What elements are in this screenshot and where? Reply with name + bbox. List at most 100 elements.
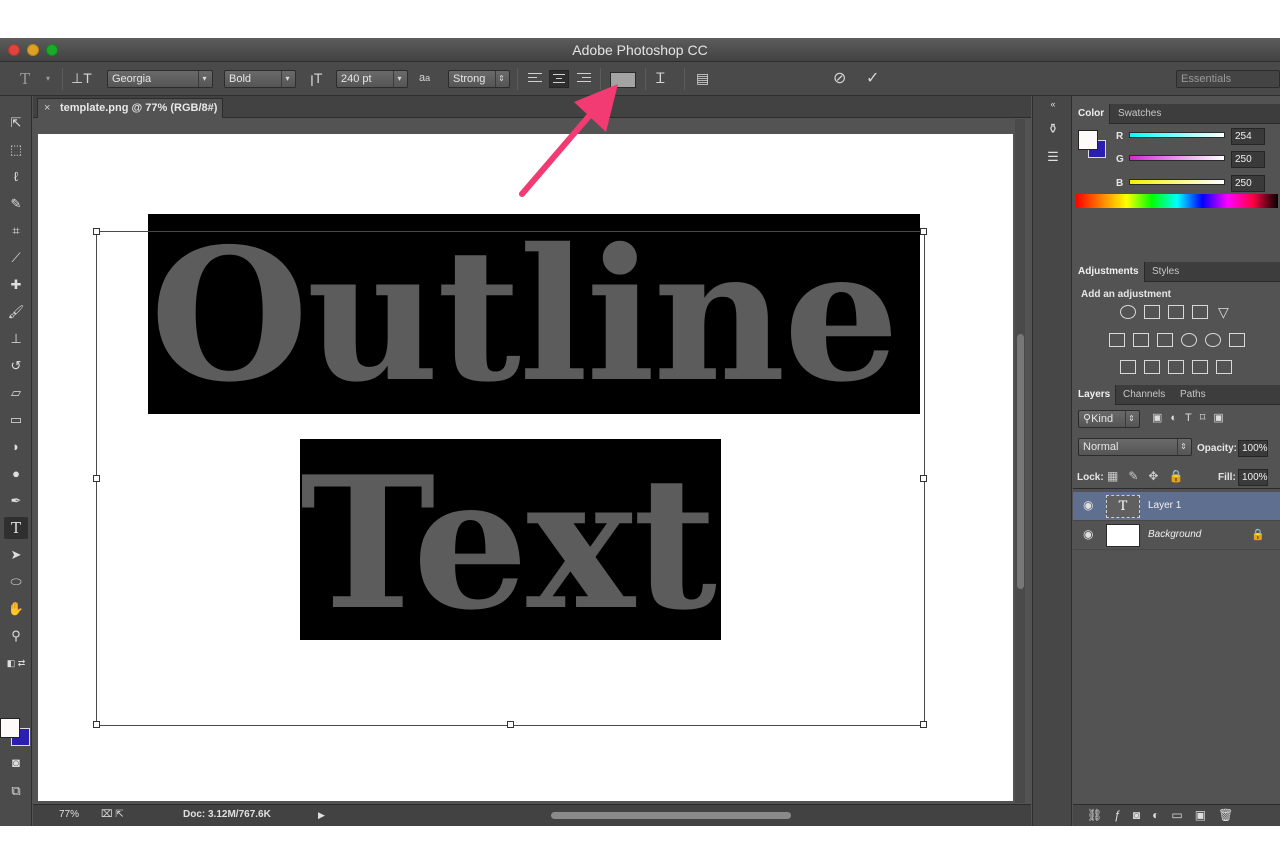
transform-handle[interactable] <box>920 721 927 728</box>
eraser-tool-icon[interactable]: ▱ <box>4 382 28 404</box>
red-slider[interactable] <box>1129 132 1225 138</box>
transform-handle[interactable] <box>93 228 100 235</box>
threshold-adjustment-icon[interactable] <box>1168 360 1184 374</box>
zoom-level[interactable]: 77% <box>59 805 79 825</box>
hue-saturation-adjustment-icon[interactable] <box>1109 333 1125 347</box>
color-spectrum-ramp[interactable] <box>1076 194 1278 208</box>
document-canvas[interactable]: Outline Text <box>38 134 1013 801</box>
opacity-field[interactable]: 100% <box>1238 440 1268 457</box>
eyedropper-tool-icon[interactable]: ⟋ <box>4 247 28 269</box>
exposure-adjustment-icon[interactable] <box>1192 305 1208 319</box>
tab-styles[interactable]: Styles <box>1147 262 1184 282</box>
selective-color-adjustment-icon[interactable] <box>1192 360 1208 374</box>
tool-presets-icon[interactable]: ☰ <box>1041 146 1065 168</box>
gradient-tool-icon[interactable]: ▭ <box>4 409 28 431</box>
default-colors-icon[interactable]: ◧ ⇄ <box>4 652 28 674</box>
lasso-tool-icon[interactable]: ℓ <box>4 166 28 188</box>
quick-selection-tool-icon[interactable]: ✎ <box>4 193 28 215</box>
tab-layers[interactable]: Layers <box>1073 385 1117 405</box>
color-balance-adjustment-icon[interactable] <box>1133 333 1149 347</box>
layer-action-icons[interactable]: ⛓ƒ◙◐▭▣🗑 <box>1087 808 1245 822</box>
dodge-tool-icon[interactable]: ● <box>4 463 28 485</box>
transform-handle[interactable] <box>920 228 927 235</box>
channel-mixer-adjustment-icon[interactable] <box>1205 333 1221 347</box>
tab-paths[interactable]: Paths <box>1175 385 1211 405</box>
antialias-dropdown[interactable]: Strong ⇕ <box>448 70 510 88</box>
blue-slider[interactable] <box>1129 179 1225 185</box>
toggle-text-orientation-icon[interactable]: ⊥T <box>71 70 92 87</box>
tab-adjustments[interactable]: Adjustments <box>1073 262 1145 282</box>
transform-handle[interactable] <box>507 721 514 728</box>
hand-tool-icon[interactable]: ✋ <box>4 598 28 620</box>
layer-filter-dropdown[interactable]: ⚲Kind ⇕ <box>1078 410 1140 428</box>
status-menu-arrow-icon[interactable]: ▶ <box>318 805 325 825</box>
layer-row-background[interactable]: ◉ Background 🔒 <box>1073 521 1280 550</box>
vertical-scroll-thumb[interactable] <box>1017 334 1024 589</box>
black-white-adjustment-icon[interactable] <box>1157 333 1173 347</box>
quick-mask-icon[interactable]: ◙ <box>4 752 28 774</box>
warp-text-icon[interactable]: Ꮖ <box>656 70 665 87</box>
invert-adjustment-icon[interactable] <box>1120 360 1136 374</box>
transform-handle[interactable] <box>93 721 100 728</box>
font-size-dropdown[interactable]: 240 pt ▾ <box>336 70 408 88</box>
brush-tool-icon[interactable]: 🖌 <box>4 301 28 323</box>
status-icons[interactable]: ⌧ ⇱ <box>101 805 124 825</box>
character-panel-icon[interactable]: ▤ <box>696 70 709 87</box>
layer-filter-icons[interactable]: ▣◐T⌑▣ <box>1152 411 1232 424</box>
eye-icon[interactable]: ◉ <box>1083 499 1097 511</box>
commit-edits-icon[interactable]: ✓ <box>866 68 879 88</box>
font-style-dropdown[interactable]: Bold ▾ <box>224 70 296 88</box>
blend-mode-value: Normal <box>1083 441 1119 453</box>
blend-mode-dropdown[interactable]: Normal ⇕ <box>1078 438 1192 456</box>
move-tool-icon[interactable]: ⇱ <box>4 112 28 134</box>
workspace-dropdown[interactable]: Essentials <box>1176 70 1280 88</box>
marquee-tool-icon[interactable]: ⬚ <box>4 139 28 161</box>
type-tool-icon[interactable]: T <box>4 517 28 539</box>
path-selection-tool-icon[interactable]: ➤ <box>4 544 28 566</box>
gradient-map-adjustment-icon[interactable] <box>1216 360 1232 374</box>
green-value-field[interactable]: 250 <box>1231 151 1265 168</box>
zoom-tool-icon[interactable]: ⚲ <box>4 625 28 647</box>
foreground-color-swatch[interactable] <box>0 718 20 738</box>
healing-brush-tool-icon[interactable]: ✚ <box>4 274 28 296</box>
document-tab[interactable]: × template.png @ 77% (RGB/8#) <box>37 98 223 118</box>
tool-preset-chevron-icon[interactable]: ▾ <box>46 74 50 83</box>
vibrance-adjustment-icon[interactable]: ▽ <box>1218 305 1229 319</box>
transform-handle[interactable] <box>920 475 927 482</box>
tab-color[interactable]: Color <box>1073 104 1111 124</box>
transform-handle[interactable] <box>93 475 100 482</box>
lock-icons[interactable]: ▦✎✥🔒 <box>1107 469 1193 483</box>
history-brush-tool-icon[interactable]: ↺ <box>4 355 28 377</box>
vertical-scrollbar[interactable] <box>1015 119 1025 803</box>
fill-field[interactable]: 100% <box>1238 469 1268 486</box>
green-slider[interactable] <box>1129 155 1225 161</box>
brush-presets-icon[interactable]: ⚱ <box>1041 118 1065 140</box>
type-tool-preset-icon[interactable]: T <box>20 70 30 88</box>
red-value-field[interactable]: 254 <box>1231 128 1265 145</box>
crop-tool-icon[interactable]: ⌗ <box>4 220 28 242</box>
curves-adjustment-icon[interactable] <box>1168 305 1184 319</box>
collapse-panels-icon[interactable]: « <box>1041 98 1065 110</box>
blur-tool-icon[interactable]: ◗ <box>4 436 28 458</box>
text-bounding-box[interactable] <box>96 231 925 726</box>
brightness-adjustment-icon[interactable] <box>1120 305 1136 319</box>
color-panel-foreground-swatch[interactable] <box>1078 130 1098 150</box>
photo-filter-adjustment-icon[interactable] <box>1181 333 1197 347</box>
layer-row-layer-1[interactable]: ◉ T Layer 1 <box>1073 492 1280 521</box>
posterize-adjustment-icon[interactable] <box>1144 360 1160 374</box>
opacity-label: Opacity: <box>1197 443 1238 454</box>
color-lookup-adjustment-icon[interactable] <box>1229 333 1245 347</box>
tab-swatches[interactable]: Swatches <box>1113 104 1166 124</box>
blue-value-field[interactable]: 250 <box>1231 175 1265 192</box>
levels-adjustment-icon[interactable] <box>1144 305 1160 319</box>
tab-channels[interactable]: Channels <box>1118 385 1170 405</box>
ellipse-tool-icon[interactable]: ⬭ <box>4 571 28 593</box>
font-family-dropdown[interactable]: Georgia ▾ <box>107 70 213 88</box>
pen-tool-icon[interactable]: ✒ <box>4 490 28 512</box>
clone-stamp-tool-icon[interactable]: ⊥ <box>4 328 28 350</box>
horizontal-scroll-thumb[interactable] <box>551 812 791 819</box>
close-tab-icon[interactable]: × <box>44 99 50 117</box>
cancel-edits-icon[interactable]: ⊘ <box>833 68 846 88</box>
eye-icon[interactable]: ◉ <box>1083 528 1097 540</box>
screen-mode-icon[interactable]: ⧉ <box>4 780 28 802</box>
